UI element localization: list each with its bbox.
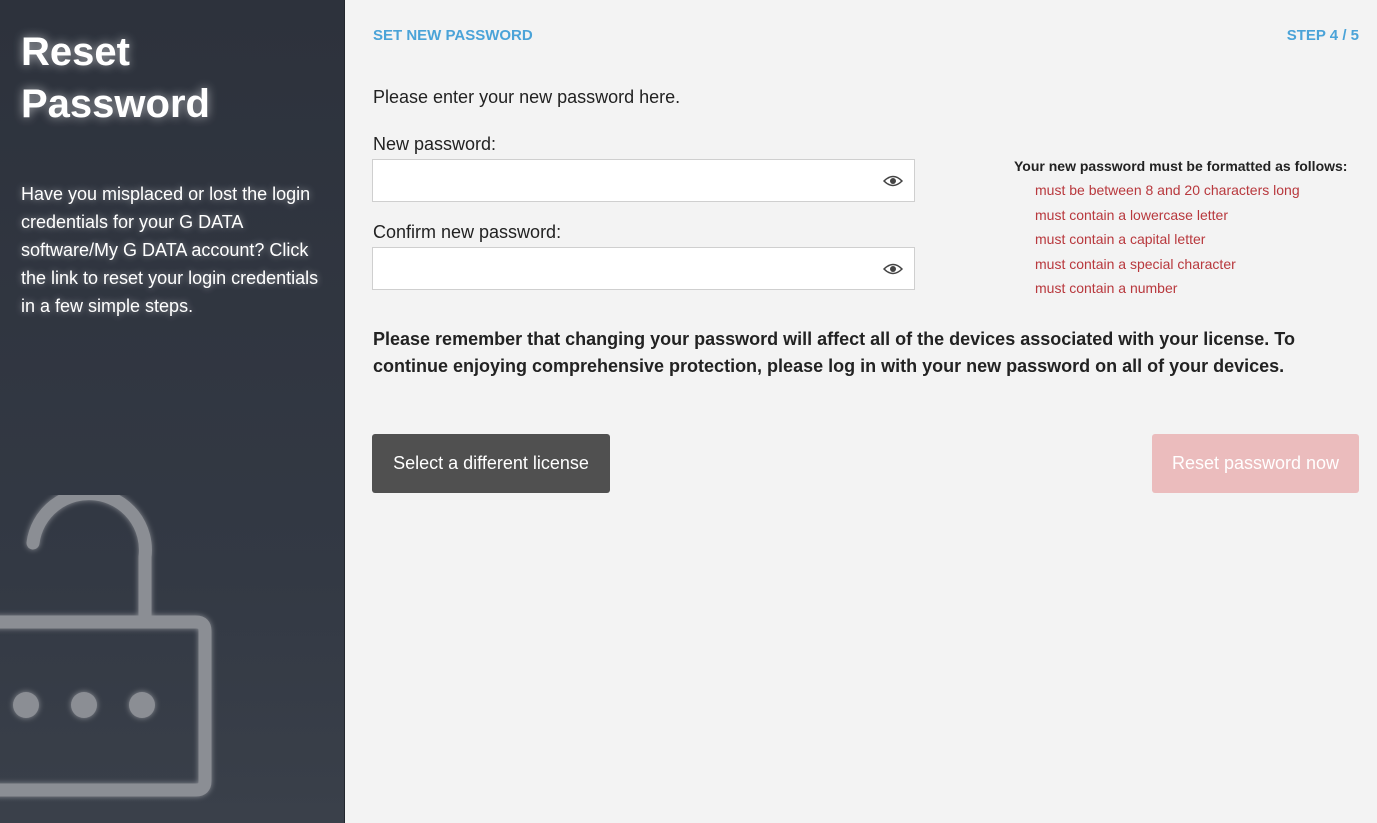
new-password-label: New password: [373,134,497,154]
main-content: SET NEW PASSWORD STEP 4 / 5 Please enter… [346,0,1377,823]
eye-icon[interactable] [883,261,903,277]
padlock-icon [0,495,212,797]
confirm-password-field-wrapper [372,247,915,290]
eye-icon[interactable] [883,173,903,189]
intro-text: Please enter your new password here. [373,87,681,107]
reset-password-button[interactable]: Reset password now [1152,434,1359,493]
new-password-input[interactable] [373,160,863,201]
confirm-password-input[interactable] [373,248,863,289]
requirement-lowercase: must contain a lowercase letter [1035,206,1228,223]
requirement-length: must be between 8 and 20 characters long [1035,182,1300,198]
new-password-field-wrapper [372,159,915,202]
sidebar: Reset Password Have you misplaced or los… [0,0,345,823]
step-title: SET NEW PASSWORD [373,27,533,44]
password-requirements: Your new password must be formatted as f… [1014,158,1364,301]
requirement-number: must contain a number [1035,280,1178,296]
requirement-capital: must contain a capital letter [1035,231,1206,247]
confirm-password-label: Confirm new password: [373,222,562,242]
step-counter: STEP 4 / 5 [1286,27,1359,44]
sidebar-title: Reset Password [21,30,210,126]
sidebar-description: Have you misplaced or lost the login cre… [21,184,319,316]
select-different-license-button[interactable]: Select a different license [372,434,610,493]
requirement-special: must contain a special character [1035,255,1236,272]
devices-notice: Please remember that changing your passw… [373,329,1295,376]
requirements-title: Your new password must be formatted as f… [1014,158,1348,174]
